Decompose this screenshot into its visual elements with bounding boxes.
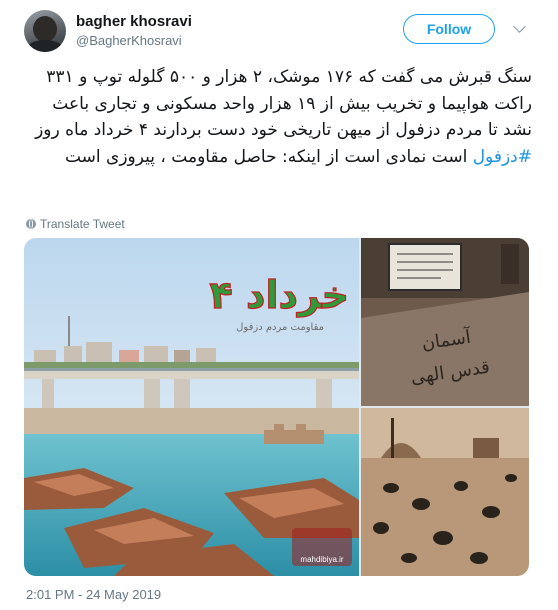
- photo-battlefield-helmets[interactable]: [361, 408, 529, 576]
- poster-subtitle: مقاومت مردم دزفول: [236, 322, 324, 333]
- poster-title: ۴ خرداد: [210, 273, 350, 317]
- tweet-text-part2: است نمادی است از اینکه: حاصل مقاومت ، پی…: [64, 146, 473, 167]
- tweet-text: سنگ قبرش می گفت که ۱۷۶ موشک، ۲ هزار و ۵۰…: [24, 64, 532, 170]
- display-name[interactable]: bagher khosravi: [76, 13, 192, 30]
- globe-icon: [26, 219, 36, 229]
- tweet-timestamp[interactable]: 2:01 PM - 24 May 2019: [26, 587, 161, 602]
- media-grid: ۴ خرداد مقاومت مردم دزفول mahdibiya.ir آ…: [24, 238, 529, 576]
- user-handle[interactable]: @BagherKhosravi: [76, 33, 182, 48]
- follow-button[interactable]: Follow: [403, 14, 495, 44]
- avatar[interactable]: [24, 10, 66, 52]
- hashtag-link[interactable]: #دزفول: [473, 147, 532, 167]
- watermark-text: mahdibiya.ir: [300, 555, 343, 564]
- tweet-text-part1: سنگ قبرش می گفت که ۱۷۶ موشک، ۲ هزار و ۵۰…: [35, 67, 532, 140]
- photo-gravestone[interactable]: آسمان قدس الهی: [361, 238, 529, 406]
- translate-tweet-link[interactable]: Translate Tweet: [26, 217, 125, 231]
- translate-label: Translate Tweet: [40, 217, 125, 231]
- chevron-down-icon[interactable]: [513, 20, 526, 33]
- photo-bridge-river[interactable]: ۴ خرداد مقاومت مردم دزفول mahdibiya.ir: [24, 238, 359, 576]
